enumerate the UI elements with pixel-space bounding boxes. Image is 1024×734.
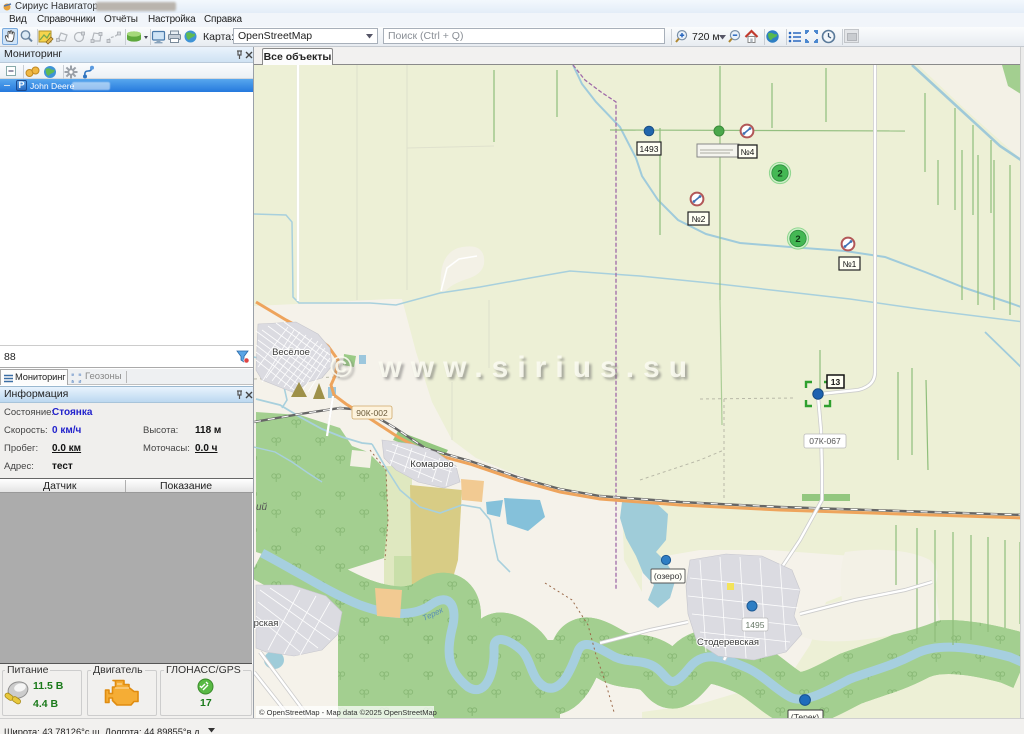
svg-text:90К-002: 90К-002 [356,408,388,418]
svg-text:07К-067: 07К-067 [809,436,841,446]
svg-text:№4: №4 [741,147,755,157]
svg-text:рская: рская [254,618,278,629]
svg-text:13: 13 [831,377,841,387]
svg-text:Комарово: Комарово [410,459,453,470]
svg-text:© www.sirius.su: © www.sirius.su [330,351,696,384]
svg-text:1493: 1493 [640,144,659,154]
svg-text:(озеро): (озеро) [654,571,682,581]
svg-text:ий: ий [256,502,268,513]
svg-text:№2: №2 [692,214,706,224]
svg-text:№1: №1 [843,259,857,269]
svg-text:Весёлое: Весёлое [272,347,310,358]
svg-text:© OpenStreetMap - Map data ©20: © OpenStreetMap - Map data ©2025 OpenStr… [259,708,437,717]
svg-text:2: 2 [777,169,782,180]
svg-text:Стодеревская: Стодеревская [697,637,759,648]
svg-text:2: 2 [795,234,800,245]
svg-text:1495: 1495 [746,620,765,630]
